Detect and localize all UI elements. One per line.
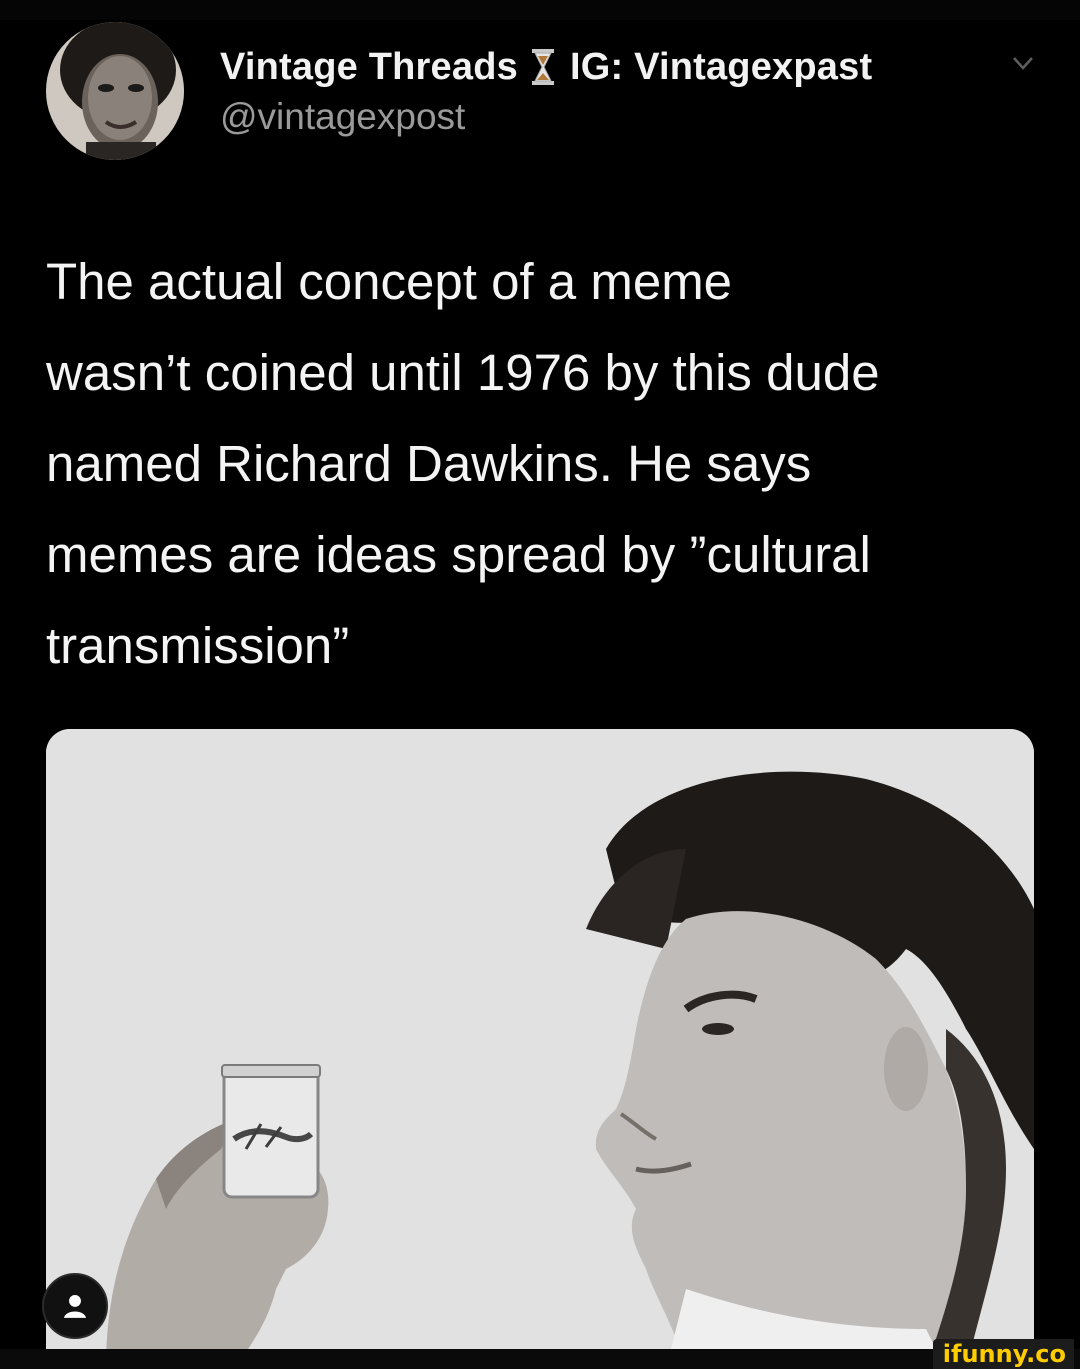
author-handle[interactable]: @vintagexpost [220,96,465,138]
author-avatar[interactable] [46,22,184,160]
tweet-text-line: transmission” [46,617,350,674]
author-name-row: Vintage Threads IG: Vintagexpast [220,42,872,92]
author-display-name-suffix: IG: Vintagexpast [569,45,873,88]
tweet-text-line: named Richard Dawkins. He says [46,435,812,492]
photo-illustration [46,729,1034,1369]
tweet-text-line: memes are ideas spread by ”cultural [46,526,871,583]
tweet-header: Vintage Threads IG: Vintagexpast @vintag… [40,18,1050,168]
chevron-down-icon[interactable] [1010,52,1036,74]
author-display-name[interactable]: Vintage Threads [220,46,518,89]
ifunny-watermark: ifunny.co [932,1339,1074,1369]
tweet-text-line: wasn’t coined until 1976 by this dude [46,344,880,401]
user-profile-icon[interactable] [42,1273,108,1339]
hourglass-icon [530,47,556,87]
top-divider [0,0,1080,20]
tweet-text: The actual concept of a meme wasn’t coin… [46,236,1046,691]
tweet-text-line: The actual concept of a meme [46,253,733,310]
avatar-portrait [46,22,184,160]
tweet-media-photo[interactable] [46,729,1034,1369]
bottom-bar [0,1349,1080,1369]
